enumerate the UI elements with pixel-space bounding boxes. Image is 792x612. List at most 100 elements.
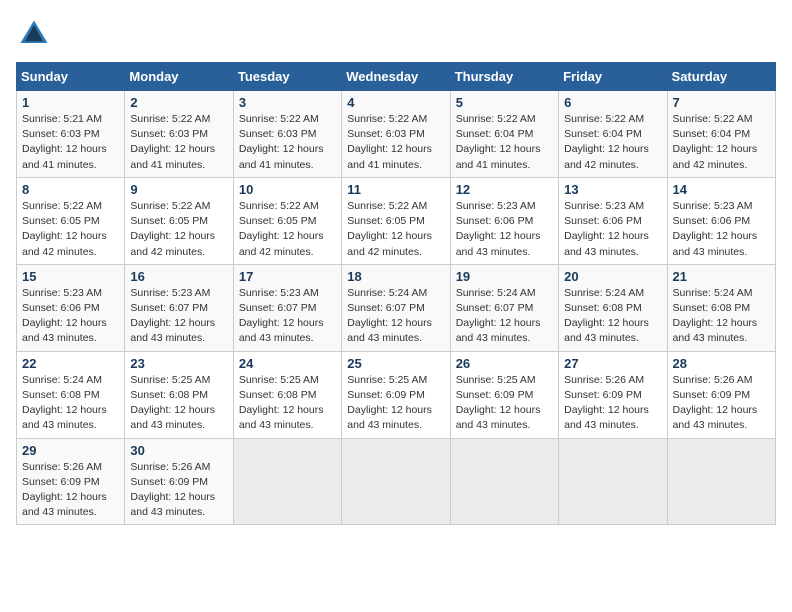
calendar-cell (233, 438, 341, 525)
calendar-cell: 17 Sunrise: 5:23 AM Sunset: 6:07 PM Dayli… (233, 264, 341, 351)
day-number: 7 (673, 95, 770, 110)
day-number: 4 (347, 95, 444, 110)
calendar-cell (667, 438, 775, 525)
day-number: 18 (347, 269, 444, 284)
day-detail: Sunrise: 5:24 AM Sunset: 6:08 PM Dayligh… (564, 286, 661, 347)
week-row-4: 29 Sunrise: 5:26 AM Sunset: 6:09 PM Dayli… (17, 438, 776, 525)
day-number: 8 (22, 182, 119, 197)
calendar-cell: 24 Sunrise: 5:25 AM Sunset: 6:08 PM Dayli… (233, 351, 341, 438)
day-detail: Sunrise: 5:24 AM Sunset: 6:07 PM Dayligh… (456, 286, 553, 347)
calendar-cell: 28Sunrise: 5:26 AM Sunset: 6:09 PM Dayli… (667, 351, 775, 438)
calendar-cell: 9Sunrise: 5:22 AM Sunset: 6:05 PM Daylig… (125, 177, 233, 264)
day-number: 27 (564, 356, 661, 371)
day-detail: Sunrise: 5:23 AM Sunset: 6:07 PM Dayligh… (239, 286, 336, 347)
logo (16, 16, 56, 52)
day-detail: Sunrise: 5:24 AM Sunset: 6:08 PM Dayligh… (22, 373, 119, 434)
day-detail: Sunrise: 5:23 AM Sunset: 6:07 PM Dayligh… (130, 286, 227, 347)
day-detail: Sunrise: 5:21 AM Sunset: 6:03 PM Dayligh… (22, 112, 119, 173)
calendar-cell: 10 Sunrise: 5:22 AM Sunset: 6:05 PM Dayli… (233, 177, 341, 264)
day-number: 24 (239, 356, 336, 371)
calendar-cell: 29Sunrise: 5:26 AM Sunset: 6:09 PM Dayli… (17, 438, 125, 525)
day-detail: Sunrise: 5:22 AM Sunset: 6:04 PM Dayligh… (564, 112, 661, 173)
day-number: 22 (22, 356, 119, 371)
day-detail: Sunrise: 5:25 AM Sunset: 6:08 PM Dayligh… (239, 373, 336, 434)
week-row-3: 22 Sunrise: 5:24 AM Sunset: 6:08 PM Dayli… (17, 351, 776, 438)
day-detail: Sunrise: 5:22 AM Sunset: 6:03 PM Dayligh… (130, 112, 227, 173)
calendar-cell: 25 Sunrise: 5:25 AM Sunset: 6:09 PM Dayli… (342, 351, 450, 438)
day-detail: Sunrise: 5:22 AM Sunset: 6:04 PM Dayligh… (456, 112, 553, 173)
day-detail: Sunrise: 5:23 AM Sunset: 6:06 PM Dayligh… (456, 199, 553, 260)
day-number: 30 (130, 443, 227, 458)
day-detail: Sunrise: 5:23 AM Sunset: 6:06 PM Dayligh… (673, 199, 770, 260)
week-row-1: 8 Sunrise: 5:22 AM Sunset: 6:05 PM Daylig… (17, 177, 776, 264)
day-number: 15 (22, 269, 119, 284)
day-detail: Sunrise: 5:25 AM Sunset: 6:09 PM Dayligh… (456, 373, 553, 434)
calendar-cell: 5 Sunrise: 5:22 AM Sunset: 6:04 PM Daylig… (450, 91, 558, 178)
calendar-cell: 20 Sunrise: 5:24 AM Sunset: 6:08 PM Dayli… (559, 264, 667, 351)
day-number: 25 (347, 356, 444, 371)
day-number: 21 (673, 269, 770, 284)
calendar-cell: 26 Sunrise: 5:25 AM Sunset: 6:09 PM Dayli… (450, 351, 558, 438)
header-monday: Monday (125, 63, 233, 91)
calendar-cell: 21 Sunrise: 5:24 AM Sunset: 6:08 PM Dayli… (667, 264, 775, 351)
header-thursday: Thursday (450, 63, 558, 91)
day-detail: Sunrise: 5:25 AM Sunset: 6:09 PM Dayligh… (347, 373, 444, 434)
calendar-cell: 2 Sunrise: 5:22 AM Sunset: 6:03 PM Daylig… (125, 91, 233, 178)
calendar-cell: 1 Sunrise: 5:21 AM Sunset: 6:03 PM Daylig… (17, 91, 125, 178)
calendar-cell: 13 Sunrise: 5:23 AM Sunset: 6:06 PM Dayli… (559, 177, 667, 264)
calendar-cell: 23Sunrise: 5:25 AM Sunset: 6:08 PM Dayli… (125, 351, 233, 438)
day-detail: Sunrise: 5:23 AM Sunset: 6:06 PM Dayligh… (564, 199, 661, 260)
day-detail: Sunrise: 5:24 AM Sunset: 6:07 PM Dayligh… (347, 286, 444, 347)
day-detail: Sunrise: 5:23 AM Sunset: 6:06 PM Dayligh… (22, 286, 119, 347)
calendar-cell: 11 Sunrise: 5:22 AM Sunset: 6:05 PM Dayli… (342, 177, 450, 264)
calendar-cell (450, 438, 558, 525)
day-number: 17 (239, 269, 336, 284)
calendar-cell: 8 Sunrise: 5:22 AM Sunset: 6:05 PM Daylig… (17, 177, 125, 264)
logo-icon (16, 16, 52, 52)
day-detail: Sunrise: 5:22 AM Sunset: 6:05 PM Dayligh… (130, 199, 227, 260)
day-detail: Sunrise: 5:22 AM Sunset: 6:05 PM Dayligh… (239, 199, 336, 260)
calendar-cell: 6Sunrise: 5:22 AM Sunset: 6:04 PM Daylig… (559, 91, 667, 178)
day-detail: Sunrise: 5:22 AM Sunset: 6:03 PM Dayligh… (239, 112, 336, 173)
day-number: 14 (673, 182, 770, 197)
day-number: 29 (22, 443, 119, 458)
day-number: 5 (456, 95, 553, 110)
header-friday: Friday (559, 63, 667, 91)
day-number: 10 (239, 182, 336, 197)
calendar-cell: 22 Sunrise: 5:24 AM Sunset: 6:08 PM Dayli… (17, 351, 125, 438)
header-wednesday: Wednesday (342, 63, 450, 91)
day-number: 1 (22, 95, 119, 110)
calendar-cell (559, 438, 667, 525)
day-number: 2 (130, 95, 227, 110)
day-number: 28 (673, 356, 770, 371)
calendar-cell: 18 Sunrise: 5:24 AM Sunset: 6:07 PM Dayli… (342, 264, 450, 351)
calendar-cell: 30 Sunrise: 5:26 AM Sunset: 6:09 PM Dayli… (125, 438, 233, 525)
day-number: 13 (564, 182, 661, 197)
week-row-0: 1 Sunrise: 5:21 AM Sunset: 6:03 PM Daylig… (17, 91, 776, 178)
calendar-cell: 12Sunrise: 5:23 AM Sunset: 6:06 PM Dayli… (450, 177, 558, 264)
calendar-cell: 27 Sunrise: 5:26 AM Sunset: 6:09 PM Dayli… (559, 351, 667, 438)
day-number: 26 (456, 356, 553, 371)
day-detail: Sunrise: 5:24 AM Sunset: 6:08 PM Dayligh… (673, 286, 770, 347)
page-header (16, 16, 776, 52)
day-number: 11 (347, 182, 444, 197)
day-number: 20 (564, 269, 661, 284)
day-number: 16 (130, 269, 227, 284)
header-saturday: Saturday (667, 63, 775, 91)
calendar-cell: 19Sunrise: 5:24 AM Sunset: 6:07 PM Dayli… (450, 264, 558, 351)
day-detail: Sunrise: 5:26 AM Sunset: 6:09 PM Dayligh… (130, 460, 227, 521)
day-number: 23 (130, 356, 227, 371)
calendar-cell: 16 Sunrise: 5:23 AM Sunset: 6:07 PM Dayli… (125, 264, 233, 351)
calendar-cell: 3 Sunrise: 5:22 AM Sunset: 6:03 PM Daylig… (233, 91, 341, 178)
day-detail: Sunrise: 5:22 AM Sunset: 6:05 PM Dayligh… (22, 199, 119, 260)
day-detail: Sunrise: 5:22 AM Sunset: 6:05 PM Dayligh… (347, 199, 444, 260)
calendar-header-row: SundayMondayTuesdayWednesdayThursdayFrid… (17, 63, 776, 91)
calendar-cell: 15 Sunrise: 5:23 AM Sunset: 6:06 PM Dayli… (17, 264, 125, 351)
calendar-table: SundayMondayTuesdayWednesdayThursdayFrid… (16, 62, 776, 525)
header-tuesday: Tuesday (233, 63, 341, 91)
day-number: 3 (239, 95, 336, 110)
day-detail: Sunrise: 5:26 AM Sunset: 6:09 PM Dayligh… (564, 373, 661, 434)
day-detail: Sunrise: 5:22 AM Sunset: 6:03 PM Dayligh… (347, 112, 444, 173)
calendar-cell (342, 438, 450, 525)
day-detail: Sunrise: 5:22 AM Sunset: 6:04 PM Dayligh… (673, 112, 770, 173)
